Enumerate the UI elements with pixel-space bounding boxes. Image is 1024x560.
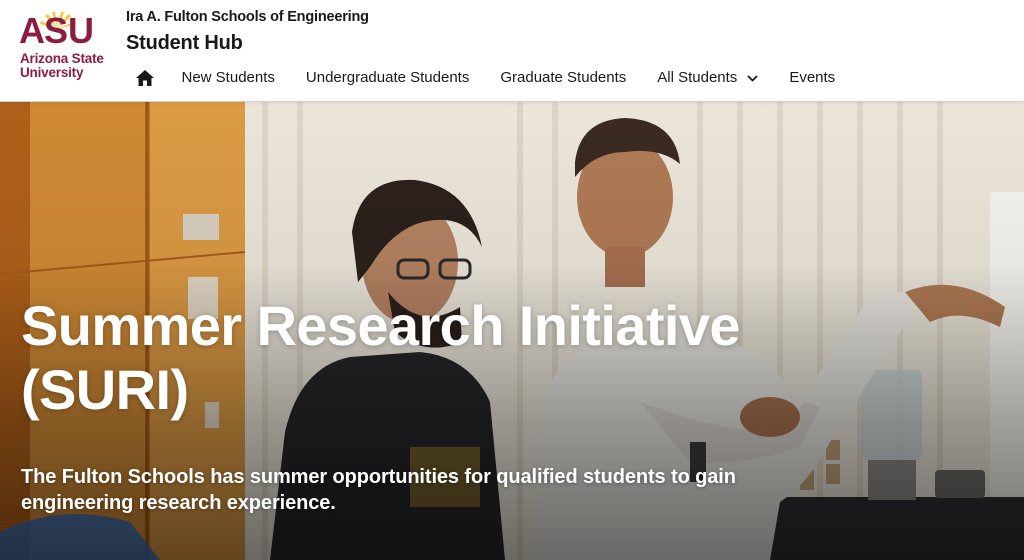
hero-title-line2: (SURI) bbox=[21, 358, 189, 421]
university-name: Arizona State University bbox=[20, 52, 120, 80]
nav-item-label: Events bbox=[789, 69, 836, 86]
hero-title-line1: Summer Research Initiative bbox=[21, 294, 741, 357]
asu-sunburst-logo-icon: A S U bbox=[19, 10, 95, 48]
nav-item-label: All Students bbox=[657, 69, 738, 86]
main-nav: New Students Undergraduate Students Grad… bbox=[126, 62, 851, 94]
svg-text:S: S bbox=[44, 10, 67, 48]
hero-subtitle: The Fulton Schools has summer opportunit… bbox=[21, 466, 736, 514]
asu-logo[interactable]: A S U Arizona State University bbox=[18, 10, 114, 84]
nav-item-label: Undergraduate Students bbox=[305, 69, 470, 86]
chevron-down-icon bbox=[747, 74, 758, 82]
nav-item-new-students[interactable]: New Students bbox=[166, 62, 290, 94]
hero-banner: Summer Research Initiative (SURI) The Fu… bbox=[0, 102, 1024, 560]
nav-item-label: New Students bbox=[181, 69, 275, 86]
nav-item-graduate-students[interactable]: Graduate Students bbox=[485, 62, 642, 94]
university-name-line2: University bbox=[20, 65, 84, 80]
nav-item-label: Graduate Students bbox=[500, 69, 627, 86]
global-header: A S U Arizona State University Ira A. Fu… bbox=[0, 0, 1024, 102]
nav-home-link[interactable] bbox=[126, 62, 166, 94]
nav-item-all-students-dropdown[interactable]: All Students bbox=[642, 62, 774, 94]
home-icon bbox=[136, 70, 154, 86]
hero-title: Summer Research Initiative (SURI) bbox=[21, 294, 841, 422]
nav-item-events[interactable]: Events bbox=[774, 62, 851, 94]
svg-text:U: U bbox=[68, 10, 92, 48]
college-name-link[interactable]: Ira A. Fulton Schools of Engineering bbox=[126, 9, 369, 25]
svg-text:A: A bbox=[19, 10, 45, 48]
site-title[interactable]: Student Hub bbox=[126, 32, 243, 55]
nav-item-undergraduate-students[interactable]: Undergraduate Students bbox=[290, 62, 484, 94]
university-name-line1: Arizona State bbox=[20, 51, 104, 66]
